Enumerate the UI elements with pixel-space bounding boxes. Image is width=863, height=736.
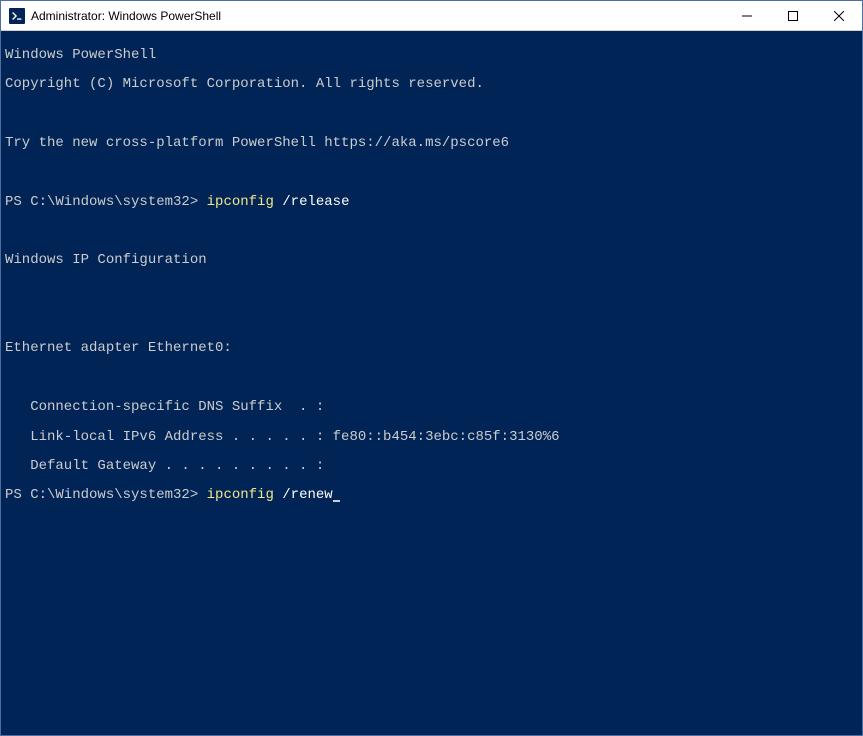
output-line: Default Gateway . . . . . . . . . : [5,459,858,474]
window-controls [724,1,862,30]
command-arg: /release [274,194,350,210]
prompt-path: PS C:\Windows\system32> [5,194,207,210]
command-arg: /renew [274,487,333,503]
output-line: Windows IP Configuration [5,253,858,268]
prompt-line: PS C:\Windows\system32> ipconfig /renew [5,488,858,503]
output-line [5,224,858,239]
minimize-button[interactable] [724,1,770,30]
output-line: Try the new cross-platform PowerShell ht… [5,136,858,151]
output-line: Connection-specific DNS Suffix . : [5,400,858,415]
output-line [5,165,858,180]
command-name: ipconfig [207,487,274,503]
prompt-line: PS C:\Windows\system32> ipconfig /releas… [5,195,858,210]
output-line [5,312,858,327]
prompt-path: PS C:\Windows\system32> [5,487,207,503]
cursor [333,500,340,502]
maximize-button[interactable] [770,1,816,30]
output-line [5,106,858,121]
output-line [5,283,858,298]
command-name: ipconfig [207,194,274,210]
titlebar[interactable]: Administrator: Windows PowerShell [1,1,862,31]
output-line [5,371,858,386]
powershell-window: Administrator: Windows PowerShell Window… [0,0,863,736]
window-title: Administrator: Windows PowerShell [31,9,724,23]
terminal-area[interactable]: Windows PowerShell Copyright (C) Microso… [1,31,862,735]
output-line: Ethernet adapter Ethernet0: [5,341,858,356]
output-line: Link-local IPv6 Address . . . . . : fe80… [5,430,858,445]
app-icon [9,8,25,24]
output-line: Copyright (C) Microsoft Corporation. All… [5,77,858,92]
close-button[interactable] [816,1,862,30]
output-line: Windows PowerShell [5,48,858,63]
